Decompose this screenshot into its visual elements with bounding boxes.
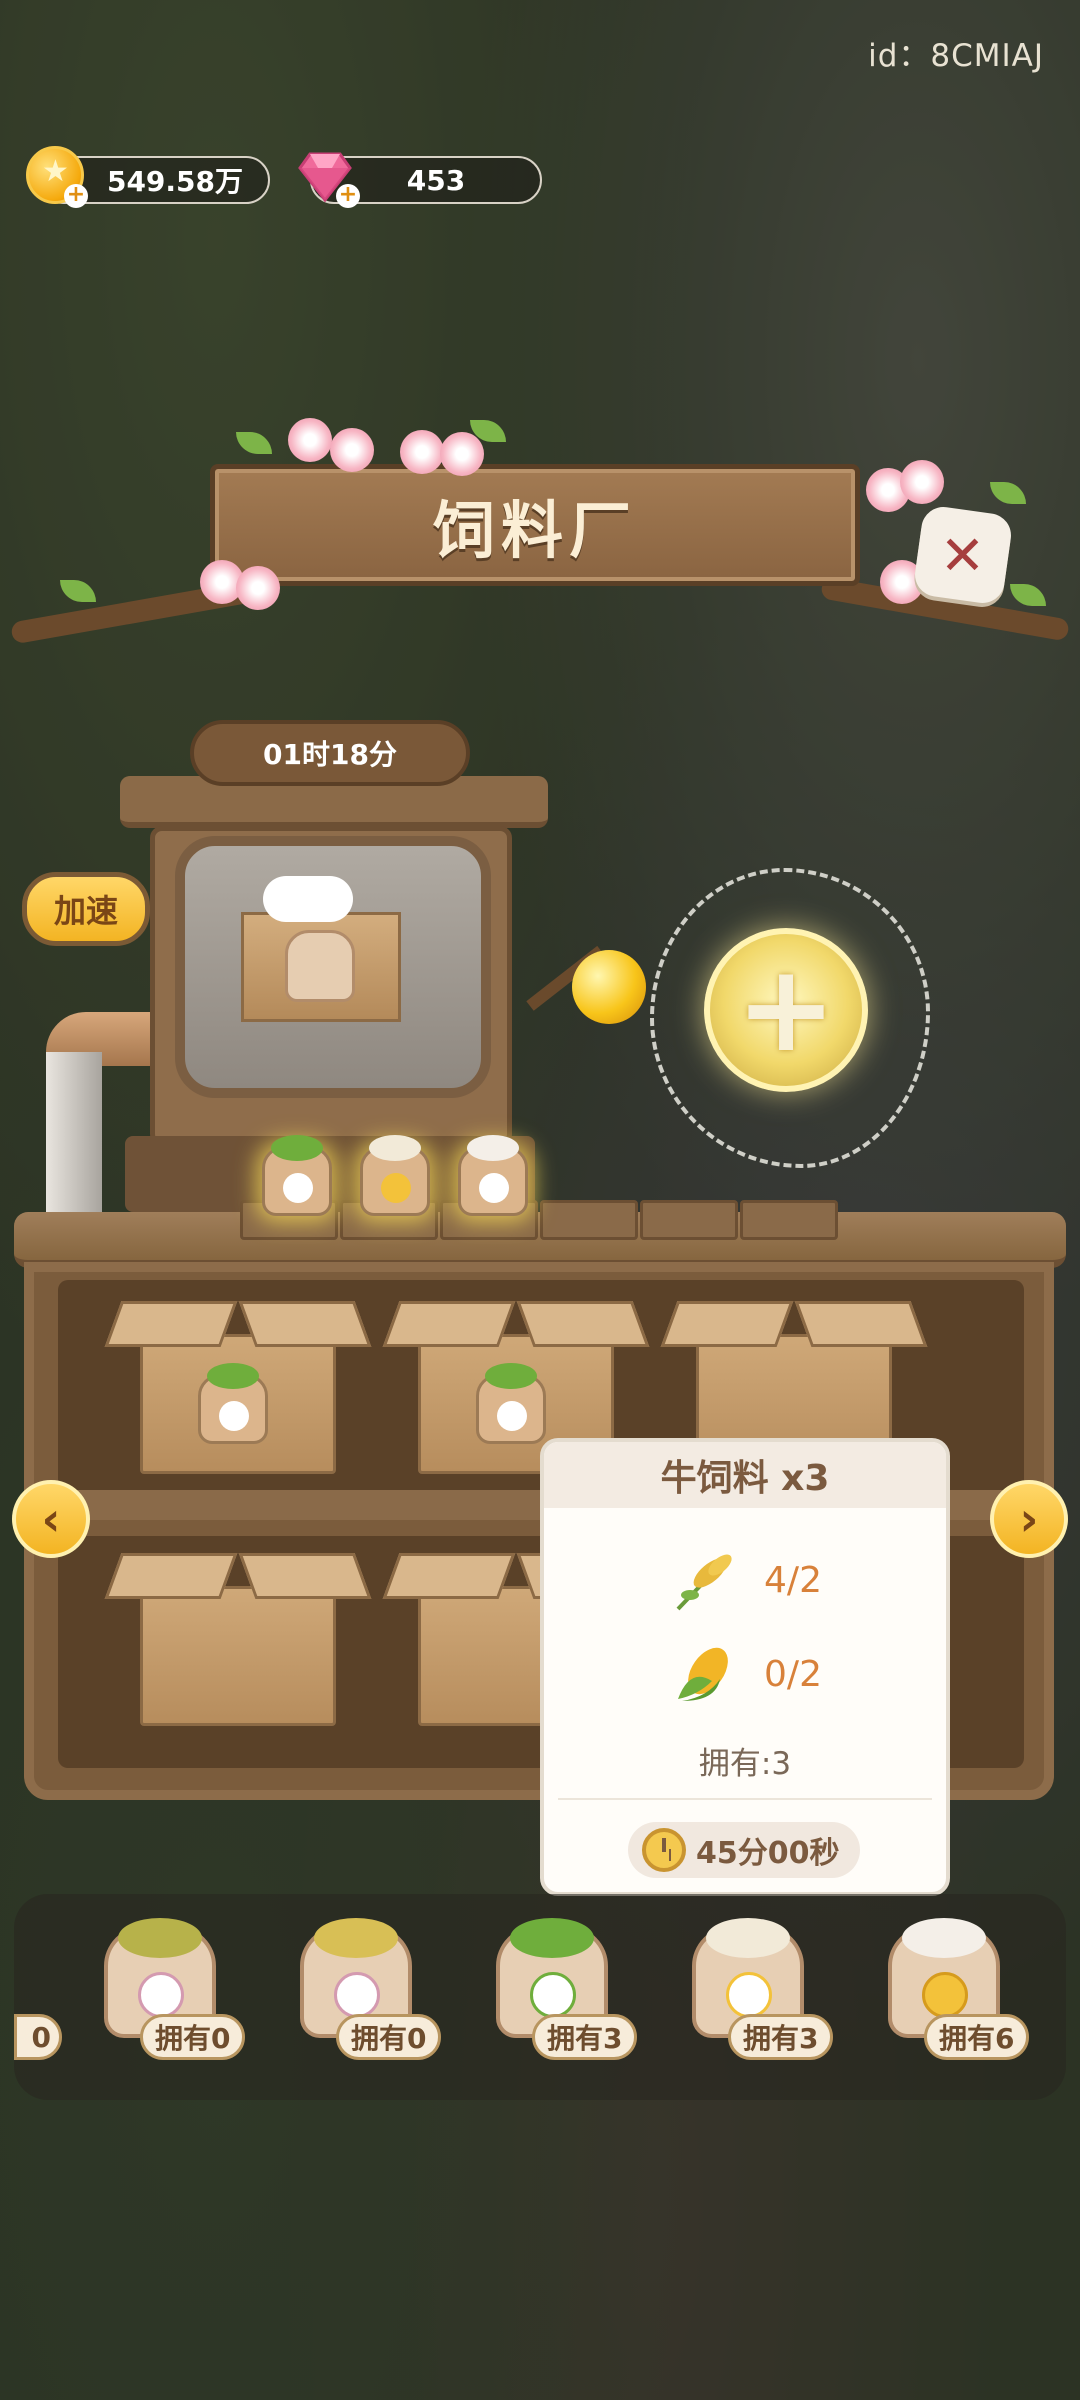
corn-count: 0/2: [764, 1653, 822, 1695]
flower-decoration: [288, 418, 332, 462]
speed-up-button[interactable]: 加速: [22, 872, 150, 946]
inventory-item-count: 拥有3: [532, 2014, 638, 2060]
feed-sack-icon: [285, 930, 355, 1002]
flower-decoration: [330, 428, 374, 472]
production-timer: 01时18分: [190, 720, 470, 786]
cow-feed-sack-icon: [198, 1363, 268, 1444]
inventory-partial-count: 0: [14, 2014, 62, 2060]
pipe: [46, 1052, 102, 1227]
flower-decoration: [236, 566, 280, 610]
requirement-row: 4/2: [544, 1540, 946, 1620]
inventory-item[interactable]: 拥有0: [280, 1918, 450, 2068]
plus-icon: +: [735, 940, 837, 1079]
inventory-item-count: 拥有6: [924, 2014, 1030, 2060]
inventory-item[interactable]: 拥有6: [868, 1918, 1038, 2068]
queued-cow-feed-icon[interactable]: [262, 1135, 332, 1216]
add-slot-button[interactable]: +: [704, 928, 868, 1092]
recipe-popup: 牛饲料 x3 4/2 0/2 拥有:3 45分00秒: [540, 1438, 950, 1896]
chevron-left-icon: ‹: [41, 1492, 61, 1546]
inventory-item-count: 拥有0: [336, 2014, 442, 2060]
inventory-item[interactable]: 拥有3: [476, 1918, 646, 2068]
flower-decoration: [440, 432, 484, 476]
cow-feed-sack-icon: [476, 1363, 546, 1444]
coin-amount: 549.58万: [106, 165, 244, 198]
clock-icon: [642, 1828, 686, 1872]
inventory-item[interactable]: 拥有3: [672, 1918, 842, 2068]
queue-slot[interactable]: [640, 1200, 738, 1240]
inventory-item-count: 拥有3: [728, 2014, 834, 2060]
close-icon: ✕: [940, 523, 986, 587]
title-plank: 饲料厂: [210, 464, 860, 586]
queued-chicken-feed-icon[interactable]: [360, 1135, 430, 1216]
queued-pig-feed-icon[interactable]: [458, 1135, 528, 1216]
requirement-row: 0/2: [544, 1634, 946, 1714]
production-time: 45分00秒: [628, 1822, 860, 1878]
page-title: 饲料厂: [432, 494, 637, 567]
chevron-right-icon: ›: [1019, 1492, 1039, 1546]
machine-window: [175, 836, 491, 1098]
gem-amount: 453: [406, 163, 466, 197]
recipe-title: 牛饲料 x3: [544, 1442, 946, 1508]
queue-slot[interactable]: [740, 1200, 838, 1240]
flower-decoration: [900, 460, 944, 504]
prev-page-button[interactable]: ‹: [12, 1480, 90, 1558]
add-coins-icon[interactable]: +: [64, 184, 88, 208]
next-page-button[interactable]: ›: [990, 1480, 1068, 1558]
wheat-count: 4/2: [764, 1559, 822, 1601]
inventory-item[interactable]: 拥有0: [84, 1918, 254, 2068]
production-time-value: 45分00秒: [696, 1836, 840, 1871]
flower-decoration: [400, 430, 444, 474]
queue-slot[interactable]: [540, 1200, 638, 1240]
storage-box-empty[interactable]: [140, 1586, 336, 1726]
corn-icon: [678, 1647, 728, 1701]
add-gems-icon[interactable]: +: [336, 184, 360, 208]
player-id: id：8CMIAJ: [868, 38, 1044, 74]
owned-count: 拥有:3: [698, 1746, 792, 1782]
close-button[interactable]: ✕: [912, 504, 1014, 606]
popup-divider: [558, 1798, 932, 1800]
inventory-bar[interactable]: 0 拥有0 拥有0 拥有3 拥有3 拥有6: [14, 1894, 1066, 2100]
inventory-item-count: 拥有0: [140, 2014, 246, 2060]
glove-icon: [263, 876, 353, 922]
wheat-icon: [676, 1554, 732, 1611]
lever-knob-icon[interactable]: [572, 950, 646, 1024]
